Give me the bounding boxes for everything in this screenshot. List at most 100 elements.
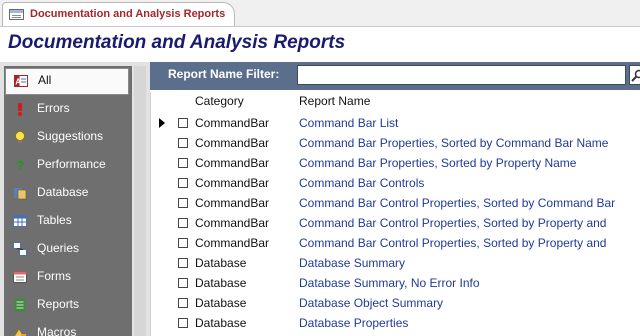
row-checkbox[interactable]: [178, 218, 188, 228]
row-checkbox[interactable]: [178, 298, 188, 308]
row-checkbox[interactable]: [178, 158, 188, 168]
table-row[interactable]: CommandBar Command Bar Properties, Sorted…: [151, 133, 640, 153]
form-header: Documentation and Analysis Reports: [0, 27, 640, 62]
record-selector[interactable]: [151, 153, 171, 173]
sidebar-item-all[interactable]: A All: [5, 68, 129, 95]
sidebar-item-reports[interactable]: Reports: [4, 292, 132, 319]
report-name-link[interactable]: Database Summary, No Error Info: [299, 276, 480, 290]
record-selector[interactable]: [151, 213, 171, 233]
document-tab[interactable]: Documentation and Analysis Reports: [2, 2, 235, 26]
row-checkbox[interactable]: [178, 238, 188, 248]
svg-text:?: ?: [16, 158, 24, 172]
category-sidebar: A All Errors Suggestions? Performance Databas…: [0, 62, 150, 336]
filter-bar: Report Name Filter:: [150, 62, 640, 90]
sidebar-item-macros[interactable]: Macros: [4, 320, 132, 336]
record-selector[interactable]: [151, 313, 171, 333]
sidebar-item-errors[interactable]: Errors: [4, 96, 132, 123]
page-title: Documentation and Analysis Reports: [8, 32, 346, 53]
sidebar-item-label: Suggestions: [37, 129, 104, 143]
report-name-link[interactable]: Command Bar Control Properties, Sorted b…: [299, 196, 615, 210]
category-cell: CommandBar: [195, 136, 270, 150]
record-selector[interactable]: [151, 173, 171, 193]
row-checkbox[interactable]: [178, 198, 188, 208]
category-column-header[interactable]: Category: [195, 94, 244, 108]
filter-search-button[interactable]: [629, 65, 640, 85]
sidebar-item-label: Errors: [37, 101, 70, 115]
report-name-link[interactable]: Command Bar Controls: [299, 176, 424, 190]
search-icon: [631, 69, 640, 82]
sidebar-item-suggestions[interactable]: Suggestions: [4, 124, 132, 151]
table-row[interactable]: Database Database Properties: [151, 313, 640, 333]
current-record-arrow-icon: [159, 118, 165, 128]
category-cell: CommandBar: [195, 216, 270, 230]
question-mark-icon: ?: [13, 158, 27, 173]
category-cell: Database: [195, 296, 247, 310]
sidebar-item-database[interactable]: Database: [4, 180, 132, 207]
report-name-link[interactable]: Database Object Summary: [299, 296, 443, 310]
category-list-scrollbar[interactable]: [134, 66, 146, 336]
sidebar-item-label: Tables: [37, 213, 72, 227]
sidebar-item-performance[interactable]: ? Performance: [4, 152, 132, 179]
table-row[interactable]: Database Database Object Summary: [151, 293, 640, 313]
sidebar-item-label: Performance: [37, 157, 106, 171]
svg-text:A: A: [15, 78, 21, 87]
tab-label: Documentation and Analysis Reports: [30, 8, 226, 20]
record-selector[interactable]: [151, 293, 171, 313]
table-row[interactable]: CommandBar Command Bar Properties, Sorted…: [151, 153, 640, 173]
report-list: Category Report Name CommandBar Command B…: [150, 92, 640, 336]
row-checkbox[interactable]: [178, 178, 188, 188]
report-name-link[interactable]: Database Properties: [299, 316, 408, 330]
sidebar-item-label: Forms: [37, 269, 71, 283]
category-cell: Database: [195, 276, 247, 290]
table-row[interactable]: CommandBar Command Bar Control Properties…: [151, 193, 640, 213]
form-tab-icon: [9, 9, 24, 20]
sidebar-item-label: Macros: [37, 325, 77, 336]
table-row[interactable]: CommandBar Command Bar Control Properties…: [151, 233, 640, 253]
row-checkbox[interactable]: [178, 318, 188, 328]
category-cell: Database: [195, 256, 247, 270]
row-checkbox[interactable]: [178, 278, 188, 288]
macro-icon: [13, 326, 27, 336]
sidebar-item-tables[interactable]: Tables: [4, 208, 132, 235]
report-name-column-header[interactable]: Report Name: [299, 94, 370, 108]
category-cell: CommandBar: [195, 176, 270, 190]
row-checkbox[interactable]: [178, 138, 188, 148]
record-selector[interactable]: [151, 233, 171, 253]
record-selector[interactable]: [151, 273, 171, 293]
report-name-filter-input[interactable]: [297, 65, 626, 85]
record-selector[interactable]: [151, 193, 171, 213]
sidebar-item-label: Queries: [37, 241, 80, 255]
category-cell: CommandBar: [195, 116, 270, 130]
row-checkbox[interactable]: [178, 258, 188, 268]
report-name-link[interactable]: Command Bar List: [299, 116, 398, 130]
report-icon: [13, 298, 27, 312]
sidebar-item-queries[interactable]: Queries: [4, 236, 132, 263]
query-icon: [13, 242, 27, 256]
report-name-link[interactable]: Command Bar Properties, Sorted by Comman…: [299, 136, 608, 150]
record-selector[interactable]: [151, 253, 171, 273]
table-row[interactable]: Database Database Summary, No Error Info: [151, 273, 640, 293]
category-cell: Database: [195, 316, 247, 330]
filter-label: Report Name Filter:: [168, 67, 280, 81]
sidebar-item-label: All: [38, 73, 52, 87]
sidebar-item-forms[interactable]: Forms: [4, 264, 132, 291]
form-icon: [13, 270, 27, 284]
database-icon: [13, 186, 27, 200]
table-row[interactable]: CommandBar Command Bar Control Properties…: [151, 213, 640, 233]
record-selector[interactable]: [151, 133, 171, 153]
record-selector[interactable]: [151, 113, 171, 133]
table-icon: [13, 214, 27, 228]
table-row[interactable]: CommandBar Command Bar Controls: [151, 173, 640, 193]
report-name-link[interactable]: Database Summary: [299, 256, 405, 270]
document-tab-strip: Documentation and Analysis Reports: [0, 0, 640, 27]
exclamation-icon: [13, 102, 27, 116]
report-name-link[interactable]: Command Bar Control Properties, Sorted b…: [299, 216, 606, 230]
report-name-link[interactable]: Command Bar Properties, Sorted by Proper…: [299, 156, 576, 170]
lightbulb-icon: [13, 130, 27, 144]
sidebar-item-label: Database: [37, 185, 89, 199]
report-name-link[interactable]: Command Bar Control Properties, Sorted b…: [299, 236, 606, 250]
table-row[interactable]: CommandBar Command Bar List: [151, 113, 640, 133]
row-checkbox[interactable]: [178, 118, 188, 128]
table-row[interactable]: Database Database Summary: [151, 253, 640, 273]
category-cell: CommandBar: [195, 156, 270, 170]
